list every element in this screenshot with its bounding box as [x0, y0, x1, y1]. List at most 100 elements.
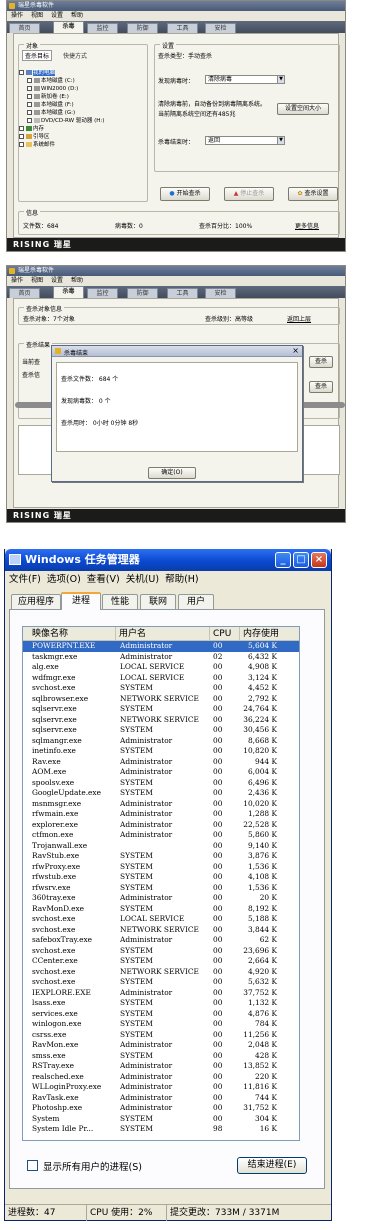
tab-applications[interactable]: 应用程序 — [11, 594, 61, 609]
tree-item[interactable]: WIN2000 (D:) — [19, 85, 104, 93]
ok-button[interactable]: 确定(O) — [148, 467, 196, 479]
table-row[interactable]: ctfmon.exe Administrator 00 5,860 K — [23, 830, 299, 841]
table-row[interactable]: sqlmangr.exe Administrator 00 8,668 K — [23, 736, 299, 747]
table-row[interactable]: POWERPNT.EXE Administrator 00 5,604 K — [23, 641, 299, 652]
menu-help[interactable]: 帮助 — [71, 12, 83, 19]
end-process-button[interactable]: 结束进程(E) — [237, 1157, 307, 1174]
scan-settings-button[interactable]: ✿ 查杀设置 — [288, 187, 338, 201]
table-row[interactable]: Photoshp.exe Administrator 00 31,752 K — [23, 1103, 299, 1114]
tree-item[interactable]: 新加卷 (E:) — [19, 93, 104, 101]
table-row[interactable]: rfwmain.exe Administrator 00 1,288 K — [23, 809, 299, 820]
table-row[interactable]: explorer.exe Administrator 00 22,528 K — [23, 820, 299, 831]
menu-help[interactable]: 帮助 — [71, 277, 83, 284]
menu-view[interactable]: 视图 — [31, 277, 43, 284]
column-memory[interactable]: 内存使用 — [240, 627, 299, 641]
table-row[interactable]: smss.exe SYSTEM 00 428 K — [23, 1051, 299, 1062]
tab-antivirus[interactable]: 杀毒 — [53, 21, 84, 33]
tab-monitor[interactable]: 监控 — [87, 288, 118, 298]
table-row[interactable]: winlogon.exe SYSTEM 00 784 K — [23, 1019, 299, 1030]
menu-settings[interactable]: 设置 — [51, 277, 63, 284]
tab-processes[interactable]: 进程 — [61, 592, 101, 610]
finish-select[interactable]: 返回 ▼ — [205, 136, 285, 145]
stop-scan-button[interactable]: ▲ 停止查杀 — [224, 187, 274, 201]
table-row[interactable]: RavMon.exe Administrator 00 2,048 K — [23, 1040, 299, 1051]
menu-operate[interactable]: 操作 — [11, 277, 23, 284]
virus-found-select[interactable]: 清除病毒 ▼ — [205, 75, 285, 84]
menu-help[interactable]: 帮助(H) — [165, 574, 199, 585]
table-row[interactable]: AOM.exe Administrator 00 6,004 K — [23, 767, 299, 778]
tab-defense[interactable]: 防御 — [127, 288, 158, 298]
tab-home[interactable]: 首页 — [9, 23, 40, 33]
table-row[interactable]: Rav.exe Administrator 00 944 K — [23, 757, 299, 768]
table-row[interactable]: rfwProxy.exe SYSTEM 00 1,536 K — [23, 862, 299, 873]
table-row[interactable]: Trojanwall.exe 00 9,140 K — [23, 841, 299, 852]
tab-security-check[interactable]: 安检 — [205, 23, 236, 33]
return-link[interactable]: 返回上层 — [287, 314, 311, 323]
table-row[interactable]: System SYSTEM 00 304 K — [23, 1114, 299, 1125]
minimize-icon[interactable]: _ — [275, 552, 291, 568]
tree-item[interactable]: 系统邮件 — [19, 141, 104, 149]
table-row[interactable]: services.exe SYSTEM 00 4,876 K — [23, 1009, 299, 1020]
scan-button[interactable]: 查杀 — [309, 356, 333, 368]
table-row[interactable]: lsass.exe SYSTEM 00 1,132 K — [23, 998, 299, 1009]
show-all-users-checkbox[interactable] — [27, 1160, 38, 1171]
table-row[interactable]: CCenter.exe SYSTEM 00 2,664 K — [23, 956, 299, 967]
table-row[interactable]: svchost.exe SYSTEM 00 5,632 K — [23, 977, 299, 988]
table-row[interactable]: System Idle Pr... SYSTEM 98 16 K — [23, 1124, 299, 1135]
tree-item[interactable]: DVD/CD-RW 驱动器 (H:) — [19, 117, 104, 125]
table-row[interactable]: alg.exe LOCAL SERVICE 00 4,908 K — [23, 662, 299, 673]
tab-home[interactable]: 首页 — [9, 288, 40, 298]
scan-button-2[interactable]: 查杀 — [309, 381, 333, 393]
tab-tools[interactable]: 工具 — [167, 288, 198, 298]
menu-shutdown[interactable]: 关机(U) — [126, 574, 159, 585]
menu-settings[interactable]: 设置 — [51, 12, 63, 19]
subtab-targets[interactable]: 查杀目标 — [22, 50, 53, 61]
table-row[interactable]: csrss.exe SYSTEM 00 11,256 K — [23, 1030, 299, 1041]
table-row[interactable]: rfwsrv.exe SYSTEM 00 1,536 K — [23, 883, 299, 894]
table-row[interactable]: RavStub.exe SYSTEM 00 3,876 K — [23, 851, 299, 862]
table-row[interactable]: WLLoginProxy.exe Administrator 00 11,816 K — [23, 1082, 299, 1093]
table-row[interactable]: IEXPLORE.EXE Administrator 00 37,752 K — [23, 988, 299, 999]
tree-item[interactable]: 内存 — [19, 125, 104, 133]
column-user-name[interactable]: 用户名 — [116, 627, 210, 641]
table-row[interactable]: wdfmgr.exe LOCAL SERVICE 00 3,124 K — [23, 673, 299, 684]
tab-performance[interactable]: 性能 — [102, 594, 138, 609]
tab-tools[interactable]: 工具 — [167, 23, 198, 33]
table-row[interactable]: sqlservr.exe SYSTEM 00 24,764 K — [23, 704, 299, 715]
table-row[interactable]: sqlservr.exe NETWORK SERVICE 00 36,224 K — [23, 715, 299, 726]
table-row[interactable]: GoogleUpdate.exe SYSTEM 00 2,436 K — [23, 788, 299, 799]
subtab-shortcuts[interactable]: 快捷方式 — [61, 51, 89, 60]
table-row[interactable]: spoolsv.exe SYSTEM 00 6,496 K — [23, 778, 299, 789]
table-row[interactable]: RavMonD.exe SYSTEM 00 8,192 K — [23, 904, 299, 915]
tree-item[interactable]: 本地磁盘 (F:) — [19, 101, 104, 109]
menu-view[interactable]: 查看(V) — [87, 574, 120, 585]
menu-options[interactable]: 选项(O) — [47, 574, 81, 585]
table-row[interactable]: svchost.exe LOCAL SERVICE 00 5,188 K — [23, 914, 299, 925]
tree-item[interactable]: 引导区 — [19, 133, 104, 141]
table-row[interactable]: safeboxTray.exe Administrator 00 62 K — [23, 935, 299, 946]
tab-monitor[interactable]: 监控 — [87, 23, 118, 33]
tab-users[interactable]: 用户 — [178, 594, 214, 609]
table-row[interactable]: svchost.exe NETWORK SERVICE 00 4,920 K — [23, 967, 299, 978]
table-row[interactable]: svchost.exe NETWORK SERVICE 00 3,844 K — [23, 925, 299, 936]
close-icon[interactable]: × — [292, 346, 299, 355]
tree-item[interactable]: 本地磁盘 (C:) — [19, 77, 104, 85]
menu-operate[interactable]: 操作 — [11, 12, 23, 19]
column-cpu[interactable]: CPU — [210, 627, 240, 641]
table-row[interactable]: svchost.exe SYSTEM 00 23,696 K — [23, 946, 299, 957]
table-row[interactable]: inetinfo.exe SYSTEM 00 10,820 K — [23, 746, 299, 757]
tab-antivirus[interactable]: 杀毒 — [53, 286, 84, 298]
start-scan-button[interactable]: ● 开始查杀 — [160, 187, 210, 201]
table-row[interactable]: msnmsgr.exe Administrator 00 10,020 K — [23, 799, 299, 810]
table-row[interactable]: rfwstub.exe SYSTEM 00 4,108 K — [23, 872, 299, 883]
table-row[interactable]: sqlbrowser.exe NETWORK SERVICE 00 2,792 K — [23, 694, 299, 705]
tab-security-check[interactable]: 安检 — [205, 288, 236, 298]
tab-defense[interactable]: 防御 — [127, 23, 158, 33]
table-row[interactable]: 360tray.exe Administrator 00 20 K — [23, 893, 299, 904]
table-row[interactable]: taskmgr.exe Administrator 02 6,432 K — [23, 652, 299, 663]
process-list[interactable]: 映像名称 用户名 CPU 内存使用 POWERPNT.EXE Administra… — [22, 626, 300, 1141]
tree-item[interactable]: 我的电脑 — [19, 69, 104, 77]
table-row[interactable]: RSTray.exe Administrator 00 13,852 K — [23, 1061, 299, 1072]
table-row[interactable]: svchost.exe SYSTEM 00 4,452 K — [23, 683, 299, 694]
tab-networking[interactable]: 联网 — [140, 594, 176, 609]
